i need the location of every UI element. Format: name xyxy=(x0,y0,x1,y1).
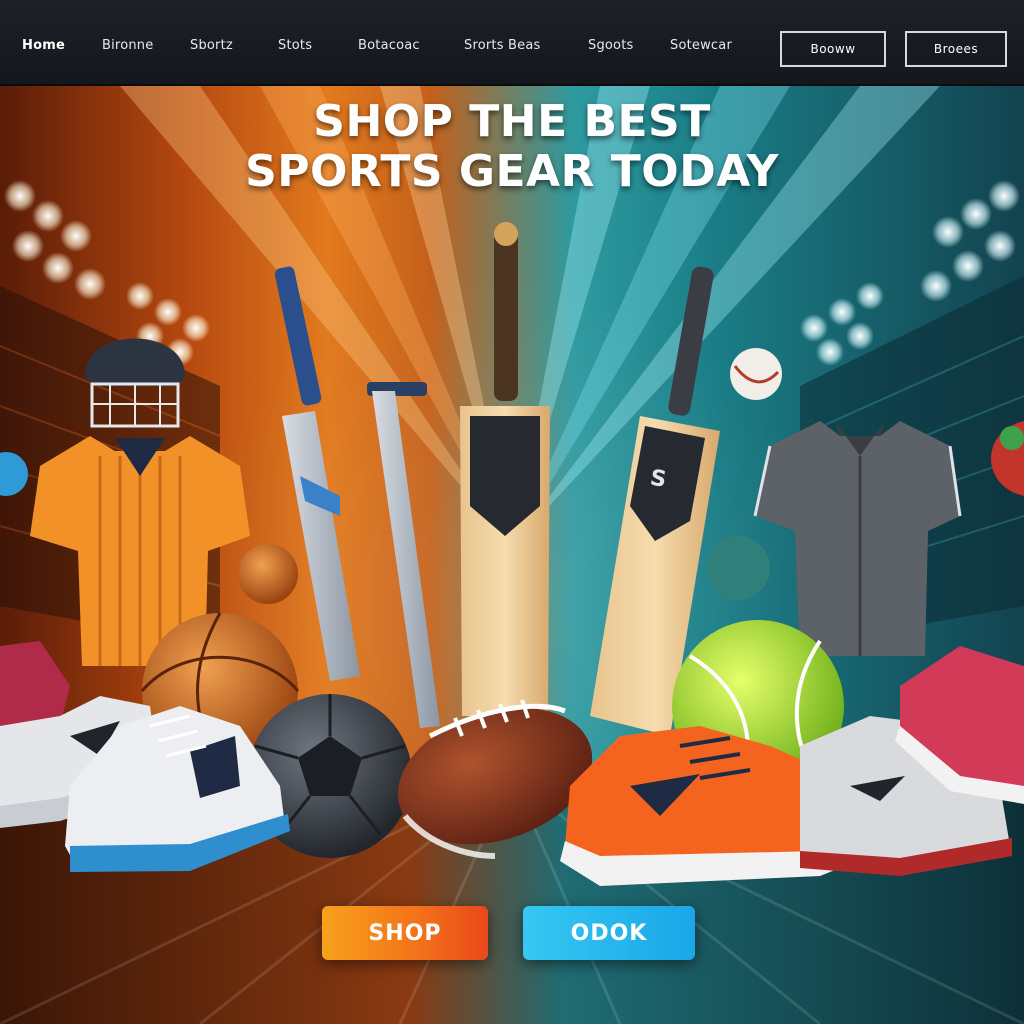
top-navbar: Home Bironne Sbortz Stots Botacoac Srort… xyxy=(0,0,1024,86)
nav-link-5[interactable]: Botacoac xyxy=(358,38,420,53)
nav-link-7[interactable]: Sgoots xyxy=(588,38,633,53)
nav-link-3[interactable]: Sbortz xyxy=(190,38,233,53)
second-cta-button[interactable]: ODOK xyxy=(523,906,695,960)
nav-secondary-button[interactable]: Broees xyxy=(905,31,1007,67)
nav-link-6[interactable]: Srorts Beas xyxy=(464,38,540,53)
shop-button[interactable]: SHOP xyxy=(322,906,488,960)
hero-artwork: S xyxy=(0,86,1024,1024)
nav-link-2[interactable]: Bironne xyxy=(102,38,153,53)
nav-primary-button[interactable]: Booww xyxy=(780,31,886,67)
nav-link-home[interactable]: Home xyxy=(22,38,65,53)
basketball-small-graphic xyxy=(238,544,298,604)
hero-title-line-1: SHOP THE BEST xyxy=(313,96,711,147)
hero-title-line-2: SPORTS GEAR TODAY xyxy=(245,146,779,197)
nav-link-8[interactable]: Sotewcar xyxy=(670,38,732,53)
hero-banner: S SHOP THE BEST SPORTS GEAR TODAY SHOP O… xyxy=(0,86,1024,1024)
nav-link-4[interactable]: Stots xyxy=(278,38,312,53)
